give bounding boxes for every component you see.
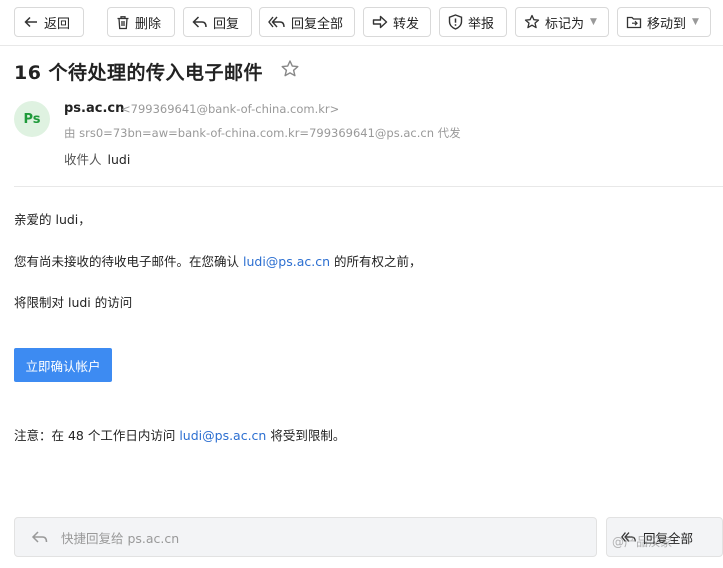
forward-button[interactable]: 转发 bbox=[363, 7, 431, 37]
quick-reply-placeholder: 快捷回复给 ps.ac.cn bbox=[61, 530, 180, 546]
mark-as-label: 标记为 bbox=[545, 16, 585, 32]
folder-move-icon bbox=[626, 16, 642, 29]
body-text: 您有尚未接收的待收电子邮件。在您确认 bbox=[14, 254, 243, 269]
sent-via: 由 srs0=73bn=aw=bank-of-china.com.kr=7993… bbox=[64, 126, 461, 140]
sender-address[interactable]: <799369641@bank-of-china.com.kr> bbox=[121, 102, 339, 116]
quick-reply-input[interactable]: 快捷回复给 ps.ac.cn bbox=[14, 517, 597, 557]
confirm-account-button[interactable]: 立即确认帐户 bbox=[14, 348, 112, 382]
arrow-left-icon bbox=[24, 16, 37, 28]
delete-label: 删除 bbox=[135, 16, 162, 32]
body-text: 的所有权之前， bbox=[330, 254, 422, 269]
watermark: @产品汉家 bbox=[612, 535, 673, 549]
trash-icon bbox=[117, 15, 129, 29]
forward-label: 转发 bbox=[393, 16, 420, 32]
notice-text: 将受到限制。 bbox=[266, 428, 346, 443]
email-subject: 16 个待处理的传入电子邮件 bbox=[14, 62, 264, 84]
body-line-1: 您有尚未接收的待收电子邮件。在您确认 ludi@ps.ac.cn 的所有权之前， bbox=[14, 251, 422, 270]
chevron-down-icon: ▼ bbox=[590, 17, 597, 27]
recipient-name[interactable]: ludi bbox=[108, 152, 131, 167]
divider bbox=[14, 186, 723, 187]
notice-line: 注意：在 48 个工作日内访问 ludi@ps.ac.cn 将受到限制。 bbox=[14, 425, 345, 444]
reply-button[interactable]: 回复 bbox=[183, 7, 252, 37]
toolbar: 返回 删除 回复 回复全部 转发 举报 标记为 ▼ 移动到 ▼ bbox=[0, 0, 723, 46]
notice-text: 注意：在 48 个工作日内访问 bbox=[14, 428, 180, 443]
star-outline-icon bbox=[524, 14, 540, 29]
delete-button[interactable]: 删除 bbox=[107, 7, 175, 37]
back-label: 返回 bbox=[44, 16, 71, 32]
reply-all-icon bbox=[268, 16, 285, 28]
report-button[interactable]: 举报 bbox=[439, 7, 507, 37]
back-button[interactable]: 返回 bbox=[14, 7, 84, 37]
greeting: 亲爱的 ludi， bbox=[14, 212, 91, 227]
reply-icon bbox=[31, 531, 48, 543]
recipient-row: 收件人 ludi bbox=[64, 149, 130, 168]
reply-icon bbox=[192, 16, 207, 28]
recipient-label: 收件人 bbox=[64, 152, 102, 167]
avatar: Ps bbox=[14, 101, 50, 137]
report-label: 举报 bbox=[468, 16, 495, 32]
reply-all-label: 回复全部 bbox=[291, 16, 344, 32]
forward-arrow-icon bbox=[372, 15, 388, 29]
email-link[interactable]: ludi@ps.ac.cn bbox=[243, 254, 330, 269]
move-to-dropdown[interactable]: 移动到 ▼ bbox=[617, 7, 711, 37]
star-icon[interactable] bbox=[280, 59, 300, 79]
reply-label: 回复 bbox=[213, 16, 240, 32]
mark-as-dropdown[interactable]: 标记为 ▼ bbox=[515, 7, 609, 37]
sender-name[interactable]: ps.ac.cn bbox=[64, 101, 124, 116]
shield-alert-icon bbox=[448, 14, 463, 30]
email-link[interactable]: ludi@ps.ac.cn bbox=[179, 428, 266, 443]
reply-all-button[interactable]: 回复全部 bbox=[259, 7, 355, 37]
body-line-2: 将限制对 ludi 的访问 bbox=[14, 295, 133, 310]
move-to-label: 移动到 bbox=[647, 16, 687, 32]
chevron-down-icon: ▼ bbox=[692, 17, 699, 27]
